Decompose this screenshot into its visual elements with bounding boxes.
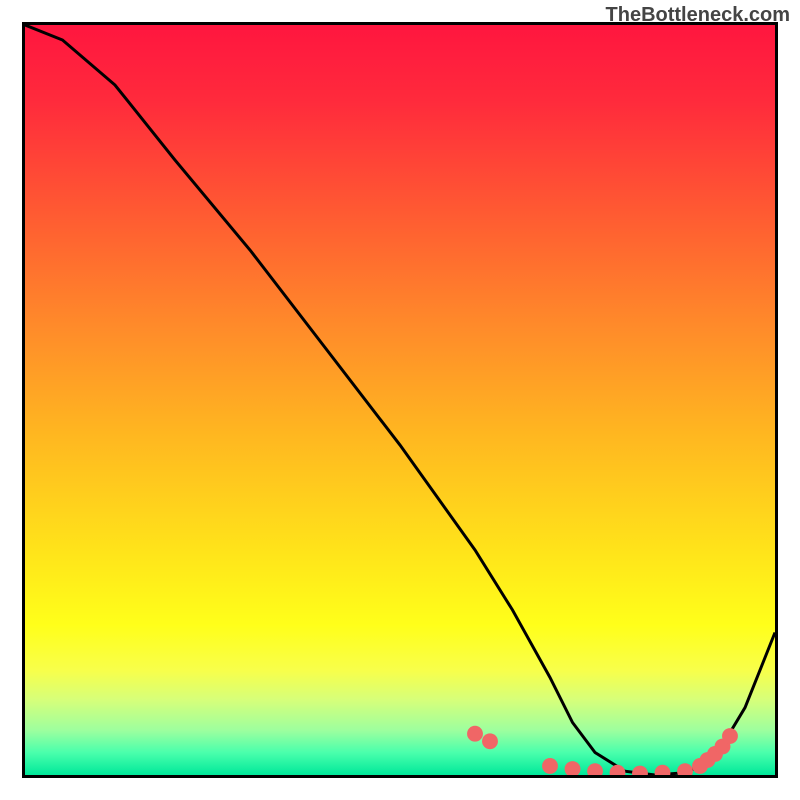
chart-svg (25, 25, 775, 775)
chart-marker-dot (655, 765, 671, 775)
chart-marker-dot (565, 761, 581, 775)
chart-marker-dot (587, 763, 603, 775)
chart-marker-dot (542, 758, 558, 774)
chart-marker-dot (482, 733, 498, 749)
bottleneck-curve (25, 25, 775, 775)
chart-marker-dot (467, 726, 483, 742)
chart-plot-area (22, 22, 778, 778)
watermark-text: TheBottleneck.com (606, 4, 790, 27)
chart-marker-dot (722, 728, 738, 744)
chart-marker-dot (677, 763, 693, 775)
chart-marker-dot (610, 765, 626, 775)
chart-markers (467, 726, 738, 775)
chart-marker-dot (632, 766, 648, 775)
